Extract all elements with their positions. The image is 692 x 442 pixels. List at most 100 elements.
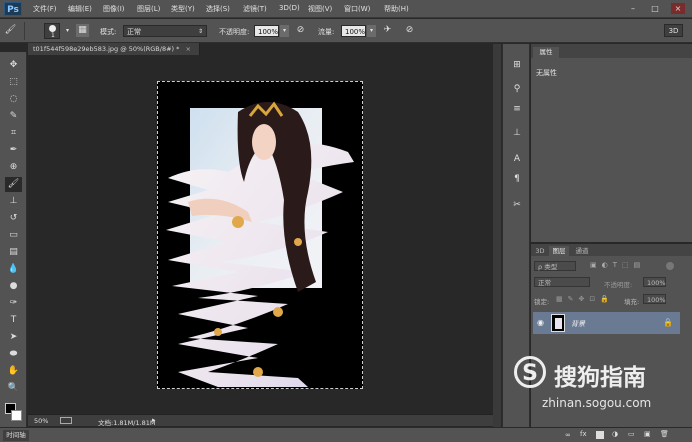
tab-layers[interactable]: 图层	[549, 246, 569, 256]
mode-label: 模式:	[100, 28, 117, 36]
eye-visibility-icon[interactable]: ◉	[537, 318, 544, 327]
fill-input[interactable]: 100%	[643, 294, 666, 304]
watermark-brand: 搜狗指南	[554, 365, 646, 391]
menu-3d[interactable]: 3D(D)	[279, 4, 300, 12]
shape-tool-icon[interactable]: ⬬	[5, 347, 22, 362]
dodge-tool-icon[interactable]: ●	[5, 279, 22, 294]
layer-fx-icon[interactable]: fx	[580, 430, 587, 438]
3d-mode-button[interactable]: 3D	[664, 24, 683, 37]
search-icon: ρ	[538, 263, 543, 271]
divider	[24, 22, 25, 40]
menu-image[interactable]: 图像(I)	[103, 4, 125, 14]
menu-bar: Ps 文件(F) 编辑(E) 图像(I) 图层(L) 类型(Y) 选择(S) 滤…	[0, 0, 692, 18]
properties-tab[interactable]: 属性	[533, 47, 559, 58]
path-selection-tool-icon[interactable]: ➤	[5, 330, 22, 345]
lock-icons[interactable]: ▦✎✥⊡🔒	[556, 295, 614, 303]
chevron-down-icon[interactable]: ▾	[61, 24, 74, 37]
opacity-dropdown-icon[interactable]: ▾	[280, 25, 289, 37]
menu-type[interactable]: 类型(Y)	[171, 4, 195, 14]
status-menu-icon[interactable]: ▸	[152, 416, 156, 424]
status-toggle-icon[interactable]	[60, 417, 72, 424]
crop-tool-icon[interactable]: ⌗	[5, 126, 22, 141]
menu-layer[interactable]: 图层(L)	[137, 4, 160, 14]
paragraph-panel-icon[interactable]: ¶	[510, 172, 524, 186]
adjustment-layer-icon[interactable]: ◑	[612, 430, 618, 438]
document-tab[interactable]: t01f544f598e29eb583.jpg @ 50%(RGB/8#) * …	[28, 43, 200, 55]
mode-select[interactable]: 正常 ⇕	[123, 25, 207, 37]
filter-toggle-icon[interactable]	[666, 262, 674, 270]
spot-healing-tool-icon[interactable]: ⊕	[5, 160, 22, 175]
eyedropper-tool-icon[interactable]: ✒	[5, 143, 22, 158]
fill-label: 填充:	[624, 298, 640, 306]
brush-tool-icon[interactable]: 🖌	[5, 177, 22, 192]
clone-stamp-tool-icon[interactable]: ⊥	[5, 194, 22, 209]
menu-file[interactable]: 文件(F)	[33, 4, 57, 14]
lasso-tool-icon[interactable]: ◌	[5, 92, 22, 107]
move-tool-icon[interactable]: ✥	[5, 58, 22, 73]
tab-channels[interactable]: 通道	[572, 246, 592, 256]
opacity-input[interactable]: 100%	[254, 25, 279, 37]
pressure-size-icon[interactable]: ⊘	[403, 24, 416, 37]
opacity-label: 不透明度:	[219, 28, 250, 36]
minimize-button[interactable]: –	[626, 3, 640, 14]
zoom-tool-icon[interactable]: 🔍	[5, 381, 22, 396]
brush-panel-icon[interactable]: ⚲	[510, 82, 524, 96]
layer-row-background[interactable]: ◉ 背景 🔒	[533, 312, 680, 334]
brush-size-value: 1	[51, 32, 55, 39]
pen-tool-icon[interactable]: ✑	[5, 296, 22, 311]
brush-presets-icon[interactable]: ≡	[510, 102, 524, 116]
layer-mask-icon[interactable]	[596, 431, 604, 439]
menu-filter[interactable]: 滤镜(T)	[243, 4, 267, 14]
history-panel-icon[interactable]: ⊞	[510, 58, 524, 72]
layer-filter-icons[interactable]: ▣◐T⬚▤	[590, 261, 645, 269]
blend-mode-select[interactable]: 正常	[534, 277, 590, 287]
menu-edit[interactable]: 编辑(E)	[68, 4, 92, 14]
menu-help[interactable]: 帮助(H)	[384, 4, 409, 14]
zoom-level[interactable]: 50%	[34, 417, 48, 425]
layer-opacity-label: 不透明度:	[604, 281, 633, 289]
menu-select[interactable]: 选择(S)	[206, 4, 230, 14]
menu-view[interactable]: 视图(V)	[308, 4, 332, 14]
panel-dock-scroll[interactable]	[493, 44, 501, 427]
document-canvas[interactable]	[157, 81, 363, 389]
menu-window[interactable]: 窗口(W)	[344, 4, 370, 14]
layer-group-icon[interactable]: ▭	[628, 430, 635, 438]
pressure-opacity-icon[interactable]: ⊘	[294, 24, 307, 37]
tool-presets-icon[interactable]: ✂	[510, 198, 524, 212]
clone-source-icon[interactable]: ⊥	[510, 126, 524, 140]
airbrush-icon[interactable]: ✈	[381, 24, 394, 37]
lock-label: 锁定:	[534, 298, 550, 306]
flow-label: 流量:	[318, 28, 335, 36]
chevron-updown-icon: ⇕	[197, 28, 203, 35]
gradient-tool-icon[interactable]: ▤	[5, 245, 22, 260]
tools-panel: ✥ ⬚ ◌ ✎ ⌗ ✒ ⊕ 🖌 ⊥ ↺ ▭ ▤ 💧 ● ✑ T ➤ ⬬ ✋ 🔍	[0, 52, 27, 432]
flow-input[interactable]: 100%	[341, 25, 366, 37]
maximize-button[interactable]: □	[648, 3, 662, 14]
new-layer-icon[interactable]: ▣	[644, 430, 651, 438]
background-color-swatch[interactable]	[11, 410, 22, 421]
close-tab-icon[interactable]: ×	[185, 45, 190, 53]
character-panel-icon[interactable]: A	[510, 152, 524, 166]
delete-layer-icon[interactable]: 🗑	[660, 430, 669, 438]
hand-tool-icon[interactable]: ✋	[5, 364, 22, 379]
blur-tool-icon[interactable]: 💧	[5, 262, 22, 277]
photoshop-logo: Ps	[4, 2, 22, 16]
eraser-tool-icon[interactable]: ▭	[5, 228, 22, 243]
marquee-tool-icon[interactable]: ⬚	[5, 75, 22, 90]
timeline-tab[interactable]: 时间轴	[3, 430, 29, 441]
layer-name[interactable]: 背景	[571, 319, 585, 329]
layer-filter-select[interactable]: ρ 类型	[534, 261, 576, 271]
brush-tool-preset-icon[interactable]: 🖌	[4, 24, 17, 37]
history-brush-tool-icon[interactable]: ↺	[5, 211, 22, 226]
flow-dropdown-icon[interactable]: ▾	[367, 25, 376, 37]
quick-selection-tool-icon[interactable]: ✎	[5, 109, 22, 124]
options-bar: 🖌 1 ▾ ▦ 模式: 正常 ⇕ 不透明度: 100% ▾ ⊘ 流量: 100%…	[0, 19, 692, 43]
layer-opacity-input[interactable]: 100%	[643, 277, 666, 287]
brush-size-picker[interactable]: 1	[44, 23, 60, 39]
brush-panel-toggle-icon[interactable]: ▦	[76, 24, 89, 37]
close-window-button[interactable]: ×	[671, 3, 685, 14]
type-tool-icon[interactable]: T	[5, 313, 22, 328]
tab-3d[interactable]: 3D	[533, 246, 547, 256]
layer-link-icon[interactable]: ∞	[565, 431, 571, 439]
thumbnail-image	[555, 318, 562, 329]
